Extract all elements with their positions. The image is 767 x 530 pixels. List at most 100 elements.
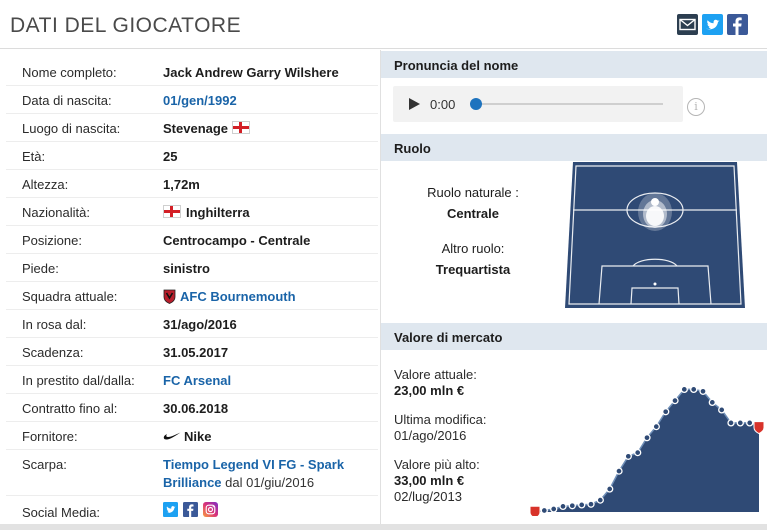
label-full-name: Nome completo: xyxy=(22,65,117,80)
chart-point[interactable] xyxy=(596,496,604,504)
label-current-club: Squadra attuale: xyxy=(22,289,118,304)
pronunciation-header: Pronuncia del nome xyxy=(381,51,767,78)
current-value: 23,00 mln € xyxy=(394,383,465,398)
role-title: Ruolo xyxy=(394,141,431,156)
chart-point[interactable] xyxy=(652,422,660,431)
last-modified-label: Ultima modifica: xyxy=(394,412,487,427)
club-crest-marker[interactable] xyxy=(753,421,765,435)
market-value-header: Valore di mercato xyxy=(381,323,767,350)
row-nationality: Nazionalità: Inghilterra xyxy=(6,196,378,224)
label-birth-place: Luogo di nascita: xyxy=(22,121,121,136)
mail-icon[interactable] xyxy=(677,14,698,35)
label-nationality: Nazionalità: xyxy=(22,205,90,220)
natural-role-value: Centrale xyxy=(446,206,500,221)
page-title: DATI DEL GIOCATORE xyxy=(10,14,242,37)
chart-point[interactable] xyxy=(578,501,586,509)
birth-date-link[interactable]: 01/gen/1992 xyxy=(163,93,237,108)
bottom-strip xyxy=(0,524,767,530)
club-crest-marker[interactable] xyxy=(529,505,541,516)
row-birth-place: Luogo di nascita: Stevenage xyxy=(6,112,378,140)
info-icon[interactable]: i xyxy=(687,98,705,116)
label-height: Altezza: xyxy=(22,177,69,192)
chart-point[interactable] xyxy=(736,419,744,427)
chart-point[interactable] xyxy=(643,434,651,442)
player-data-panel: DATI DEL GIOCATORE Nome completo: Jack A… xyxy=(0,0,767,530)
row-supplier: Fornitore: Nike xyxy=(6,420,378,448)
row-full-name: Nome completo: Jack Andrew Garry Wilsher… xyxy=(6,56,378,84)
boot-link-line1[interactable]: Tiempo Legend VI FG - Spark xyxy=(163,457,344,472)
highest-value-label: Valore più alto: xyxy=(394,457,480,472)
birth-place-text: Stevenage xyxy=(163,121,229,136)
facebook-icon[interactable] xyxy=(183,502,198,517)
current-value-label: Valore attuale: xyxy=(394,367,477,382)
chart-point[interactable] xyxy=(746,419,754,427)
chart-point[interactable] xyxy=(708,398,716,407)
row-age: Età: 25 xyxy=(6,140,378,168)
other-role-value: Trequartista xyxy=(435,262,511,277)
chart-point[interactable] xyxy=(727,419,735,427)
chart-point[interactable] xyxy=(718,406,726,414)
audio-progress-track[interactable] xyxy=(475,103,663,105)
loan-club-link[interactable]: FC Arsenal xyxy=(163,373,231,388)
label-foot: Piede: xyxy=(22,261,59,276)
club-crest-icon xyxy=(163,289,176,304)
twitter-icon[interactable] xyxy=(702,14,723,35)
header: DATI DEL GIOCATORE xyxy=(0,0,767,49)
twitter-icon[interactable] xyxy=(163,502,178,517)
label-contract: Contratto fino al: xyxy=(22,401,118,416)
market-value-chart xyxy=(529,385,765,516)
label-loan: In prestito dal/dalla: xyxy=(22,373,135,388)
chart-point[interactable] xyxy=(634,448,642,457)
row-position: Posizione: Centrocampo - Centrale xyxy=(6,224,378,252)
label-supplier: Fornitore: xyxy=(22,429,78,444)
label-expiry: Scadenza: xyxy=(22,345,84,360)
facebook-icon[interactable] xyxy=(727,14,748,35)
current-club-link[interactable]: AFC Bournemouth xyxy=(163,289,296,304)
boot-link-line2[interactable]: Brilliance xyxy=(163,475,222,490)
label-social: Social Media: xyxy=(22,505,101,520)
social-icons xyxy=(163,502,218,522)
england-flag-icon xyxy=(163,205,181,218)
last-modified-value: 01/ago/2016 xyxy=(394,428,467,443)
row-expiry: Scadenza: 31.05.2017 xyxy=(6,336,378,364)
chart-point[interactable] xyxy=(550,505,558,513)
market-value-title: Valore di mercato xyxy=(394,330,503,345)
row-joined: In rosa dal: 31/ago/2016 xyxy=(6,308,378,336)
chart-point[interactable] xyxy=(680,385,688,394)
chart-point[interactable] xyxy=(624,452,632,460)
chart-point[interactable] xyxy=(699,387,707,395)
boot-since: dal 01/giu/2016 xyxy=(225,475,315,490)
natural-role-label: Ruolo naturale : xyxy=(427,185,519,200)
value-joined: 31/ago/2016 xyxy=(163,317,237,332)
audio-progress-thumb[interactable] xyxy=(470,98,482,110)
chart-point[interactable] xyxy=(662,408,670,416)
value-birth-place: Stevenage xyxy=(163,121,251,136)
value-position: Centrocampo - Centrale xyxy=(163,233,311,248)
row-boot: Scarpa: Tiempo Legend VI FG - Spark Bril… xyxy=(6,448,378,494)
current-club-text: AFC Bournemouth xyxy=(180,289,296,304)
position-pitch xyxy=(565,162,745,308)
nationality-text: Inghilterra xyxy=(186,205,250,220)
play-icon[interactable] xyxy=(407,97,421,111)
label-age: Età: xyxy=(22,149,46,164)
chart-point[interactable] xyxy=(559,502,567,511)
instagram-icon[interactable] xyxy=(203,502,218,517)
row-contract: Contratto fino al: 30.06.2018 xyxy=(6,392,378,420)
chart-point[interactable] xyxy=(540,506,548,515)
chart-point[interactable] xyxy=(690,385,698,394)
chart-point[interactable] xyxy=(671,396,679,405)
chart-point[interactable] xyxy=(606,485,614,493)
row-height: Altezza: 1,72m xyxy=(6,168,378,196)
value-age: 25 xyxy=(163,149,178,164)
chart-point[interactable] xyxy=(568,502,576,510)
value-height: 1,72m xyxy=(163,177,200,192)
value-supplier: Nike xyxy=(163,429,211,444)
highest-value: 33,00 mln € xyxy=(394,473,465,488)
row-loan: In prestito dal/dalla: FC Arsenal xyxy=(6,364,378,392)
england-flag-icon xyxy=(232,121,251,134)
chart-point[interactable] xyxy=(615,467,623,475)
natural-position-marker xyxy=(638,193,672,231)
chart-point[interactable] xyxy=(587,500,595,508)
right-column: Pronuncia del nome 0:00 i Ruolo Ruolo na… xyxy=(380,50,767,524)
other-role-label: Altro ruolo: xyxy=(441,241,505,256)
